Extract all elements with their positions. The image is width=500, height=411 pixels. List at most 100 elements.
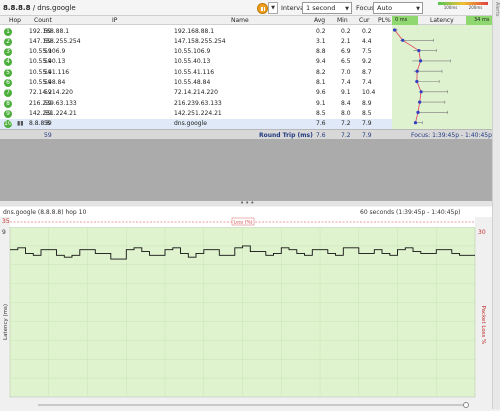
min-cell: 7.0 <box>341 68 351 76</box>
side-tab-label[interactable]: Alerts <box>494 2 500 17</box>
ip-cell: 10.55.106.9 <box>29 48 66 56</box>
avg-latency-point <box>392 28 397 32</box>
ip-cell: 216.239.63.133 <box>29 99 77 107</box>
cur-cell: 9.2 <box>362 58 372 66</box>
right-side-panel[interactable]: Alerts <box>492 0 500 409</box>
cur-cell: 7.9 <box>362 120 372 128</box>
loss-strip-svg: Loss (%) <box>10 217 475 226</box>
name-cell: 192.168.88.1 <box>174 27 215 35</box>
interval-value: 1 second <box>306 4 336 12</box>
avg-cell: 0.2 <box>316 27 326 35</box>
hop-number: 1 <box>4 27 12 36</box>
col-hop[interactable]: Hop <box>9 17 21 24</box>
graph-range: 60 seconds (1:39:45p - 1:40:45p) <box>360 209 461 216</box>
y2-max-label: 30 <box>478 229 486 236</box>
col-avg[interactable]: Avg <box>314 17 325 24</box>
cur-cell: 4.4 <box>362 37 372 45</box>
col-min[interactable]: Min <box>337 17 348 24</box>
avg-cell: 8.8 <box>316 48 326 56</box>
cur-cell: 7.4 <box>362 79 372 86</box>
avg-latency-point <box>418 100 422 104</box>
interval-select[interactable]: 1 second ▼ <box>302 2 352 14</box>
y-max-label: 9 <box>2 229 6 236</box>
options-dropdown-button[interactable]: ▼ <box>268 2 278 14</box>
table-row[interactable]: 10 59 8.8.8.8 dns.google 7.6 7.2 7.9 ▮▮ <box>0 118 392 129</box>
table-row[interactable]: 8 59 216.239.63.133 216.239.63.133 9.1 8.4 8.9 <box>0 98 392 108</box>
latency-graph-svg: 45p1:39:50p1:39:55p1:40:00p1:40:05p1:40:… <box>2 226 488 407</box>
table-row[interactable]: 7 59 72.14.214.220 72.14.214.220 9.6 9.1 10.4 <box>0 88 392 98</box>
table-row[interactable]: 2 59 147.158.255.254 147.158.255.254 3.1 2.1 4… <box>0 36 392 46</box>
target-ip: 8.8.8.8 <box>3 3 31 12</box>
table-row[interactable]: 6 59 10.55.48.84 10.55.48.84 8.1 7.4 7.4 <box>0 78 392 88</box>
y2-axis-label: Packet Loss % <box>480 306 486 345</box>
table-row[interactable]: 1 59 192.168.88.1 192.168.88.1 0.2 0.2 0.2 <box>0 26 392 36</box>
table-row[interactable]: 4 59 10.55.40.13 10.55.40.13 9.4 6.5 9.2 <box>0 57 392 67</box>
toolbar: 8.8.8.8 / dns.google ▼ Interval 1 second… <box>0 0 500 16</box>
ip-cell: 10.55.41.116 <box>29 68 70 76</box>
scroll-thumb[interactable] <box>463 402 469 408</box>
hop-number: 4 <box>4 58 12 67</box>
summary-row: 59 Round Trip (ms) 7.6 7.2 7.9 Focus: 1:… <box>0 129 492 139</box>
col-count[interactable]: Count <box>34 17 52 24</box>
ip-cell: 192.168.88.1 <box>29 27 70 35</box>
table-row[interactable]: 3 59 10.55.106.9 10.55.106.9 8.8 6.9 7.5 <box>0 47 392 57</box>
cur-cell: 10.4 <box>362 89 376 97</box>
time-scrollbar[interactable] <box>0 401 492 409</box>
table-row[interactable]: 5 59 10.55.41.116 10.55.41.116 8.2 7.0 8.7 <box>0 67 392 77</box>
chevron-down-icon: ▼ <box>416 6 420 12</box>
latency-scale: 0 ms 34 ms <box>392 16 492 25</box>
hop-number: 9 <box>4 109 12 118</box>
min-cell: 7.4 <box>341 79 351 86</box>
loss-label: Loss (%) <box>233 220 252 226</box>
summary-cur: 7.9 <box>362 131 372 139</box>
min-cell: 8.0 <box>341 109 351 117</box>
name-cell: 10.55.41.116 <box>174 68 215 76</box>
latency-graph: 45p1:39:50p1:39:55p1:40:00p1:40:05p1:40:… <box>0 226 492 409</box>
summary-count: 59 <box>44 131 52 139</box>
ip-cell: 10.55.48.84 <box>29 79 66 86</box>
avg-latency-line <box>394 29 422 123</box>
col-name[interactable]: Name <box>231 17 249 24</box>
avg-cell: 9.4 <box>316 58 326 66</box>
loss-strip: Loss (%) <box>10 217 475 227</box>
avg-latency-point <box>416 110 420 114</box>
chevron-down-icon: ▼ <box>345 6 349 12</box>
name-cell: 72.14.214.220 <box>174 89 218 97</box>
latency-scale-min: 0 ms <box>395 17 408 23</box>
avg-latency-point <box>415 69 419 73</box>
latency-panel <box>392 25 492 129</box>
graph-title: dns.google (8.8.8.8) hop 10 <box>3 209 87 216</box>
summary-label: Round Trip (ms) <box>259 131 313 139</box>
name-cell: 147.158.255.254 <box>174 37 226 45</box>
hop-number: 8 <box>4 99 12 108</box>
hop-table: Hop Count IP Name Avg Min Cur PL% Latenc… <box>0 16 492 139</box>
ip-cell: 10.55.40.13 <box>29 58 66 66</box>
avg-cell: 8.1 <box>316 79 326 86</box>
focus-value: Auto <box>377 4 393 12</box>
latency-color-legend: 100ms 200ms <box>438 2 488 13</box>
avg-cell: 9.6 <box>316 89 326 97</box>
scroll-track[interactable] <box>38 404 468 406</box>
avg-cell: 7.6 <box>316 120 326 128</box>
avg-latency-point <box>417 49 421 53</box>
col-cur[interactable]: Cur <box>359 17 369 24</box>
cur-cell: 0.2 <box>362 27 372 35</box>
summary-focus: Focus: 1:39:45p - 1:40:45p <box>411 131 492 139</box>
focus-select[interactable]: Auto ▼ <box>373 2 423 14</box>
col-pl[interactable]: PL% <box>378 17 391 24</box>
avg-cell: 8.2 <box>316 68 326 76</box>
min-cell: 9.1 <box>341 89 351 97</box>
col-ip[interactable]: IP <box>112 17 117 24</box>
table-row[interactable]: 9 59 142.251.224.21 142.251.224.21 8.5 8.0 8.5 <box>0 108 392 118</box>
pause-button[interactable] <box>257 3 268 14</box>
min-cell: 7.2 <box>341 120 351 128</box>
min-cell: 2.1 <box>341 37 351 45</box>
hop-number: 5 <box>4 68 12 77</box>
hop-number: 10 <box>4 120 12 129</box>
pane-splitter[interactable]: ••• <box>0 199 492 207</box>
target-host: dns.google <box>37 3 76 12</box>
name-cell: 10.55.40.13 <box>174 58 211 66</box>
name-cell: dns.google <box>174 120 207 128</box>
hop-number: 6 <box>4 79 12 87</box>
latency-scale-max: 34 ms <box>474 17 490 23</box>
